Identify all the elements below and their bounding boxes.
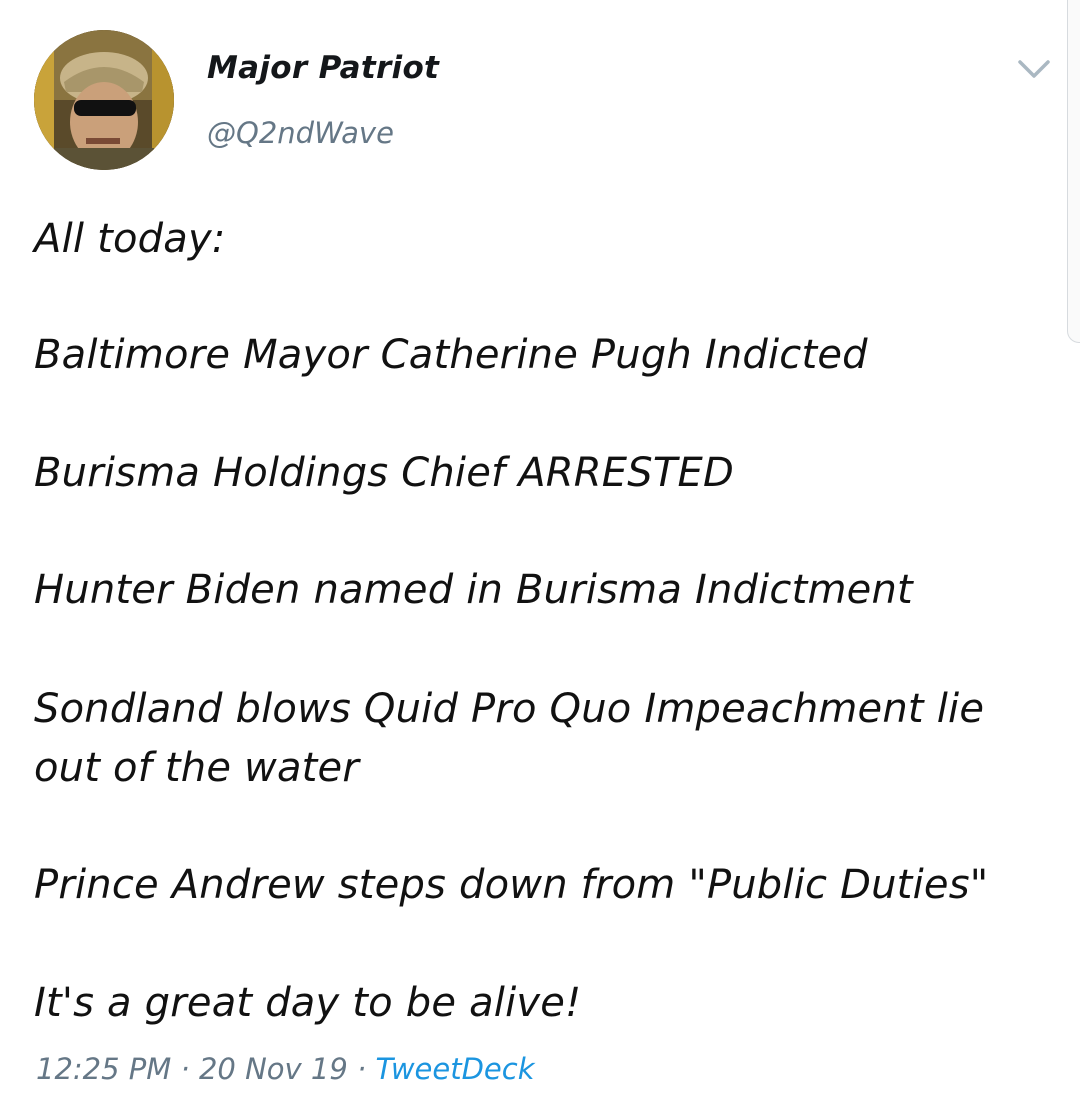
scrollbar-edge <box>1067 0 1080 343</box>
tweet-text-line: Sondland blows Quid Pro Quo Impeachment … <box>34 686 985 732</box>
meta-separator: · <box>357 1052 367 1086</box>
tweet-text-line: Baltimore Mayor Catherine Pugh Indicted <box>34 332 868 378</box>
user-handle[interactable]: @Q2ndWave <box>207 116 394 150</box>
tweet-text-line: Prince Andrew steps down from "Public Du… <box>34 862 989 908</box>
meta-separator: · <box>180 1052 190 1086</box>
display-name[interactable]: Major Patriot <box>207 50 439 86</box>
avatar[interactable] <box>34 30 174 170</box>
tweet-source-link[interactable]: TweetDeck <box>375 1052 534 1086</box>
tweet-meta: 12:25 PM · 20 Nov 19 · TweetDeck <box>36 1052 535 1086</box>
tweet-text-line: Burisma Holdings Chief ARRESTED <box>34 450 734 496</box>
tweet-text-line: It's a great day to be alive! <box>34 980 582 1026</box>
tweet-text-line: out of the water <box>34 745 360 791</box>
tweet-date[interactable]: 20 Nov 19 <box>199 1052 348 1086</box>
tweet-text-line: All today: <box>34 216 226 262</box>
tweet-time[interactable]: 12:25 PM <box>36 1052 171 1086</box>
chevron-down-icon[interactable] <box>1016 56 1052 82</box>
avatar-image <box>34 30 174 170</box>
tweet-text-line: Hunter Biden named in Burisma Indictment <box>34 567 913 613</box>
